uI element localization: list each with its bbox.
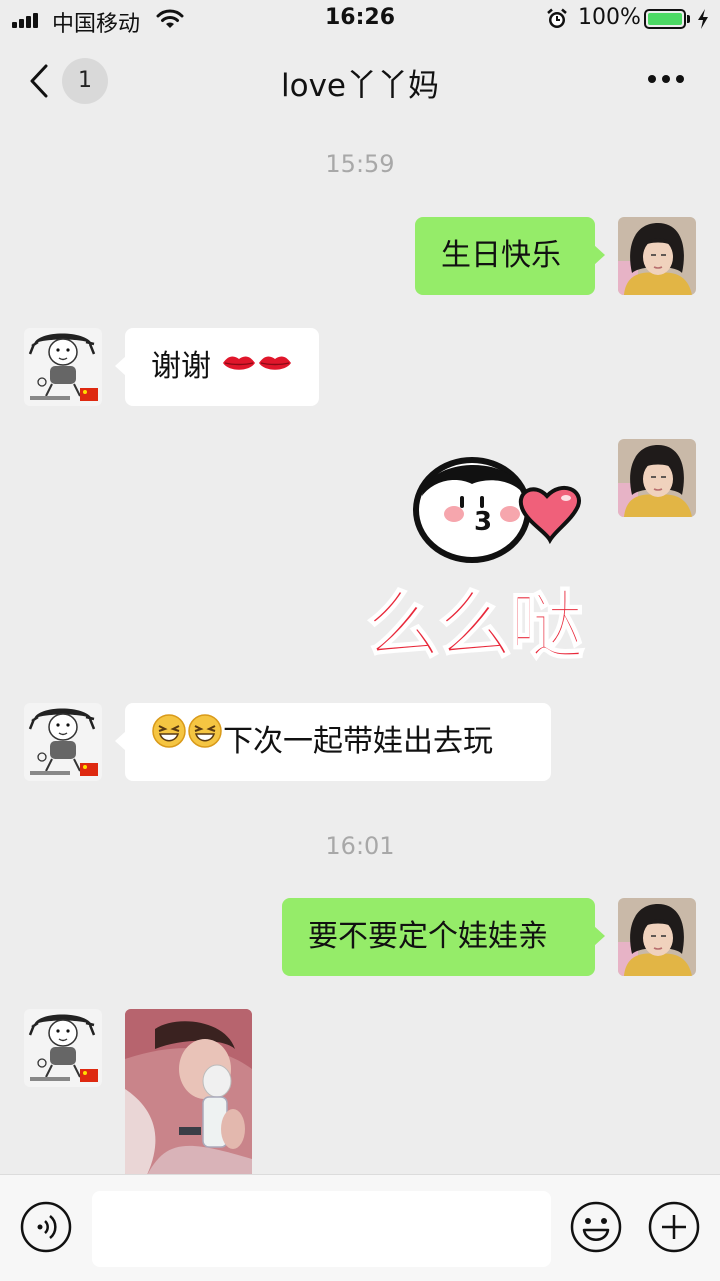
my-avatar[interactable]: [618, 898, 696, 976]
input-bar: [0, 1174, 720, 1281]
message-text: 谢谢: [151, 349, 211, 384]
received-photo[interactable]: [125, 1009, 252, 1179]
my-avatar[interactable]: [618, 217, 696, 295]
chat-header: 1 love丫丫妈: [0, 40, 720, 124]
timestamp: 16:01: [325, 832, 395, 860]
my-avatar[interactable]: [618, 439, 696, 517]
charging-icon: [696, 8, 710, 34]
chat-title: love丫丫妈: [281, 68, 439, 104]
alarm-icon: [546, 8, 568, 34]
more-icon[interactable]: [646, 70, 686, 89]
message-input[interactable]: [92, 1191, 551, 1267]
contact-avatar[interactable]: [24, 1009, 102, 1087]
kiss-face-sticker[interactable]: 3: [410, 452, 590, 571]
grin-squint-icon: [151, 701, 187, 779]
status-bar: 中国移动 16:26 100%: [0, 0, 720, 40]
battery-tip: [687, 15, 690, 23]
battery-icon: [644, 9, 686, 29]
message-text: 生日快乐: [441, 238, 561, 273]
received-message-bubble[interactable]: 下次一起带娃出去玩: [115, 701, 551, 781]
lips-icon: [221, 326, 257, 404]
grin-squint-icon: [187, 701, 223, 779]
svg-text:3: 3: [474, 507, 492, 537]
sticker-text: 么么哒: [365, 582, 585, 670]
message-text: 要不要定个娃娃亲: [308, 919, 548, 954]
plus-icon[interactable]: [648, 1201, 700, 1257]
contact-avatar[interactable]: [24, 703, 102, 781]
timestamp: 15:59: [325, 150, 395, 178]
battery-fill: [648, 13, 682, 25]
contact-avatar[interactable]: [24, 328, 102, 406]
emoji-icon[interactable]: [570, 1201, 622, 1257]
lips-icon: [257, 326, 293, 404]
message-text: 下次一起带娃出去玩: [223, 724, 493, 759]
battery-percent: 100%: [578, 5, 641, 30]
sent-message-bubble[interactable]: 生日快乐: [415, 217, 605, 295]
voice-icon[interactable]: [20, 1201, 72, 1257]
sent-message-bubble[interactable]: 要不要定个娃娃亲: [282, 898, 605, 976]
received-message-bubble[interactable]: 谢谢: [115, 326, 319, 406]
